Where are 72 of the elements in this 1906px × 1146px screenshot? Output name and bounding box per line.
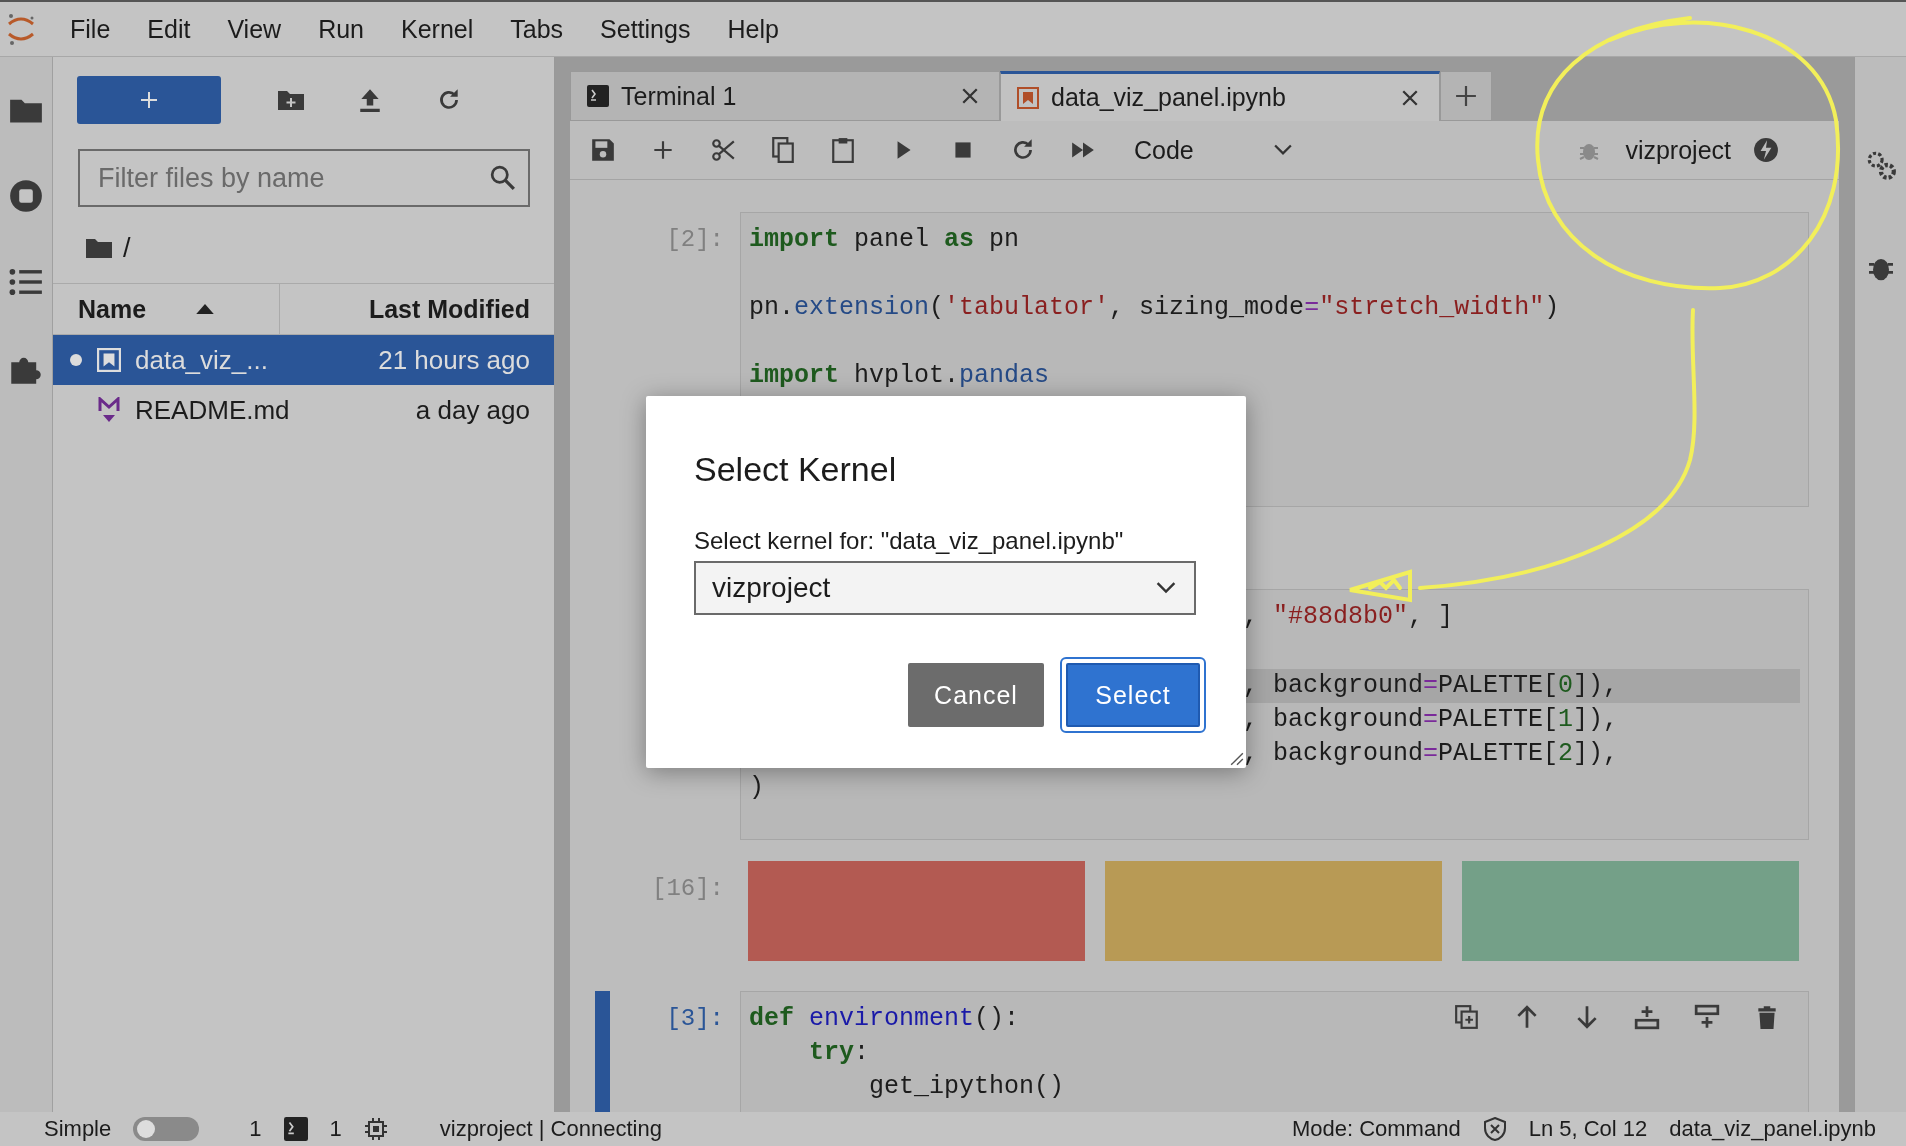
notebook-icon bbox=[97, 347, 121, 373]
simple-mode-toggle[interactable] bbox=[133, 1117, 200, 1141]
plus-icon bbox=[1455, 85, 1477, 107]
menu-item[interactable]: Settings bbox=[600, 14, 691, 44]
execution-prompt: [16]: bbox=[652, 875, 724, 902]
code-line: , background=PALETTE[1]), bbox=[1243, 705, 1619, 734]
menu-item[interactable]: View bbox=[227, 14, 282, 44]
cell-type-dropdown[interactable]: Code bbox=[1134, 135, 1292, 165]
shield-icon[interactable] bbox=[1482, 1117, 1507, 1141]
column-header[interactable]: Name bbox=[53, 284, 280, 334]
chevron-down-icon bbox=[1156, 582, 1176, 594]
file-name: data_viz_panel.ipynb bbox=[1669, 1116, 1876, 1142]
markdown-icon bbox=[97, 397, 121, 423]
code-line: , background=PALETTE[0]), bbox=[1243, 671, 1619, 700]
menu-item[interactable]: Edit bbox=[147, 14, 191, 44]
chevron-down-icon bbox=[1273, 144, 1292, 156]
terminal-count: 1 bbox=[249, 1116, 262, 1142]
code-line: ) bbox=[749, 773, 764, 802]
chip-icon[interactable] bbox=[363, 1117, 388, 1141]
menu-item[interactable]: Help bbox=[727, 14, 779, 44]
paste-icon[interactable] bbox=[830, 137, 856, 163]
app-logo-icon bbox=[6, 12, 36, 46]
notebook-icon bbox=[1017, 86, 1039, 109]
kernel-status-icon bbox=[1753, 137, 1779, 163]
menu-item[interactable]: File bbox=[70, 14, 111, 44]
insert-above-icon[interactable] bbox=[1634, 1004, 1660, 1030]
folder-icon[interactable] bbox=[85, 237, 113, 259]
insert-below-icon[interactable] bbox=[1694, 1004, 1720, 1030]
column-header[interactable]: Last Modified bbox=[280, 284, 554, 334]
file-row[interactable]: data_viz_... 21 hours ago bbox=[53, 335, 554, 385]
cursor-position[interactable]: Ln 5, Col 12 bbox=[1528, 1116, 1648, 1142]
execution-prompt: [2]: bbox=[666, 226, 724, 253]
file-row[interactable]: README.md a day ago bbox=[53, 385, 554, 435]
cancel-button[interactable]: Cancel bbox=[908, 663, 1044, 727]
document-tab[interactable]: Terminal 1 bbox=[570, 71, 1000, 121]
kernel-select[interactable]: vizproject bbox=[694, 561, 1196, 615]
save-icon[interactable] bbox=[590, 137, 616, 163]
simple-mode-label: Simple bbox=[44, 1116, 112, 1142]
add-tab-button[interactable] bbox=[1440, 71, 1492, 121]
code-line: get_ipython() bbox=[868, 1072, 1065, 1101]
terminal-icon[interactable] bbox=[283, 1117, 308, 1141]
code-line: , "#88d8b0", ] bbox=[1243, 602, 1454, 631]
menu-item[interactable]: Run bbox=[318, 14, 364, 44]
kernel-name[interactable]: vizproject bbox=[1625, 135, 1731, 165]
editor-mode[interactable]: Mode: Command bbox=[1291, 1116, 1461, 1142]
terminal-icon bbox=[587, 85, 609, 107]
close-icon[interactable] bbox=[961, 87, 979, 105]
dialog-label: Select kernel for: "data_viz_panel.ipynb" bbox=[694, 527, 1125, 555]
path-breadcrumb[interactable]: / bbox=[123, 232, 131, 264]
code-line: def environment(): bbox=[749, 1004, 1020, 1033]
duplicate-icon[interactable] bbox=[1454, 1004, 1480, 1030]
code-line: import hvplot.pandas bbox=[749, 361, 1050, 390]
close-icon[interactable] bbox=[1401, 88, 1419, 107]
kernel-status[interactable]: vizproject | Connecting bbox=[439, 1116, 662, 1142]
select-button[interactable]: Select bbox=[1066, 663, 1200, 727]
code-line: pn.extension('tabulator', sizing_mode="stretch_width") bbox=[749, 293, 1560, 322]
stop-icon[interactable] bbox=[9, 179, 43, 213]
code-line: , background=PALETTE[2]), bbox=[1243, 739, 1619, 768]
menu-item[interactable]: Tabs bbox=[510, 14, 564, 44]
code-line: try: bbox=[808, 1038, 870, 1067]
document-tab[interactable]: data_viz_panel.ipynb bbox=[1000, 71, 1440, 121]
filter-field[interactable]: Filter files by name bbox=[78, 149, 530, 207]
menu-item[interactable]: Kernel bbox=[401, 14, 474, 44]
search-icon bbox=[490, 165, 516, 191]
code-line: import panel as pn bbox=[749, 225, 1020, 254]
kernel-count: 1 bbox=[329, 1116, 342, 1142]
resize-handle-icon[interactable] bbox=[1230, 752, 1244, 766]
execution-prompt: [3]: bbox=[666, 1005, 724, 1032]
code-cell-editor[interactable]: def environment(): try: get_ipython() bbox=[740, 991, 1809, 1112]
copy-icon[interactable] bbox=[770, 137, 796, 163]
plus-icon bbox=[139, 90, 159, 110]
scissors-icon[interactable] bbox=[710, 137, 736, 163]
